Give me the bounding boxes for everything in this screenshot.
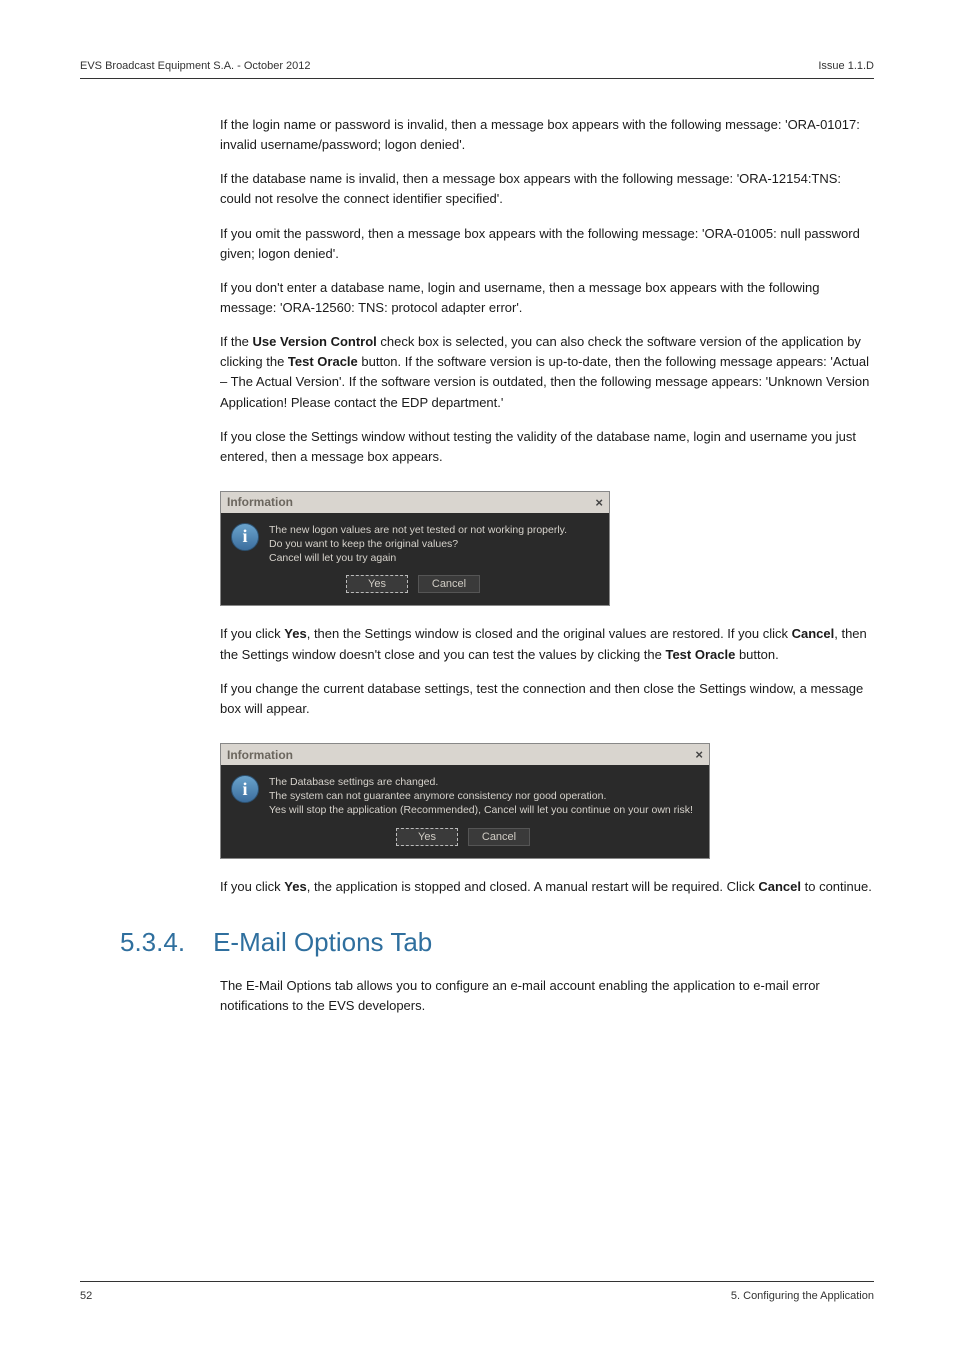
text: , the application is stopped and closed.… [307, 879, 759, 894]
paragraph: If you click Yes, then the Settings wind… [220, 624, 874, 664]
text: If you click [220, 879, 284, 894]
bold-text: Test Oracle [288, 354, 358, 369]
text: If the [220, 334, 253, 349]
yes-button[interactable]: Yes [396, 828, 458, 846]
information-dialog-2: Information × i The Database settings ar… [220, 743, 710, 859]
section-heading: 5.3.4. E-Mail Options Tab [120, 927, 874, 958]
info-icon: i [231, 775, 259, 803]
text: to continue. [801, 879, 872, 894]
paragraph: If you close the Settings window without… [220, 427, 874, 467]
close-icon[interactable]: × [595, 495, 603, 510]
header-right: Issue 1.1.D [818, 60, 874, 72]
paragraph: If the login name or password is invalid… [220, 115, 874, 155]
cancel-button[interactable]: Cancel [418, 575, 480, 593]
dialog-message: The new logon values are not yet tested … [269, 523, 567, 566]
bold-text: Cancel [758, 879, 801, 894]
bold-text: Test Oracle [665, 647, 735, 662]
page-header: EVS Broadcast Equipment S.A. - October 2… [80, 60, 874, 79]
footer-page-number: 52 [80, 1290, 92, 1302]
paragraph: If you omit the password, then a message… [220, 224, 874, 264]
text: If you click [220, 626, 284, 641]
close-icon[interactable]: × [695, 747, 703, 762]
header-left: EVS Broadcast Equipment S.A. - October 2… [80, 60, 311, 72]
text: button. [735, 647, 778, 662]
paragraph: If you don't enter a database name, logi… [220, 278, 874, 318]
bold-text: Cancel [792, 626, 835, 641]
footer-section: 5. Configuring the Application [731, 1290, 874, 1302]
paragraph: If you click Yes, the application is sto… [220, 877, 874, 897]
dialog-title: Information [227, 495, 293, 509]
info-icon: i [231, 523, 259, 551]
paragraph: If you change the current database setti… [220, 679, 874, 719]
dialog-body: i The Database settings are changed. The… [221, 765, 709, 858]
page-footer: 52 5. Configuring the Application [80, 1281, 874, 1302]
section-title: E-Mail Options Tab [213, 927, 432, 958]
bold-text: Yes [284, 879, 306, 894]
paragraph: The E-Mail Options tab allows you to con… [220, 976, 874, 1016]
dialog-titlebar: Information × [221, 744, 709, 765]
dialog-titlebar: Information × [221, 492, 609, 513]
dialog-message: The Database settings are changed. The s… [269, 775, 693, 818]
text: , then the Settings window is closed and… [307, 626, 792, 641]
dialog-title: Information [227, 748, 293, 762]
paragraph: If the database name is invalid, then a … [220, 169, 874, 209]
page-content: If the login name or password is invalid… [80, 115, 874, 1016]
dialog-body: i The new logon values are not yet teste… [221, 513, 609, 606]
cancel-button[interactable]: Cancel [468, 828, 530, 846]
information-dialog-1: Information × i The new logon values are… [220, 491, 610, 607]
yes-button[interactable]: Yes [346, 575, 408, 593]
section-number: 5.3.4. [120, 927, 185, 958]
paragraph: If the Use Version Control check box is … [220, 332, 874, 413]
bold-text: Yes [284, 626, 306, 641]
bold-text: Use Version Control [253, 334, 377, 349]
